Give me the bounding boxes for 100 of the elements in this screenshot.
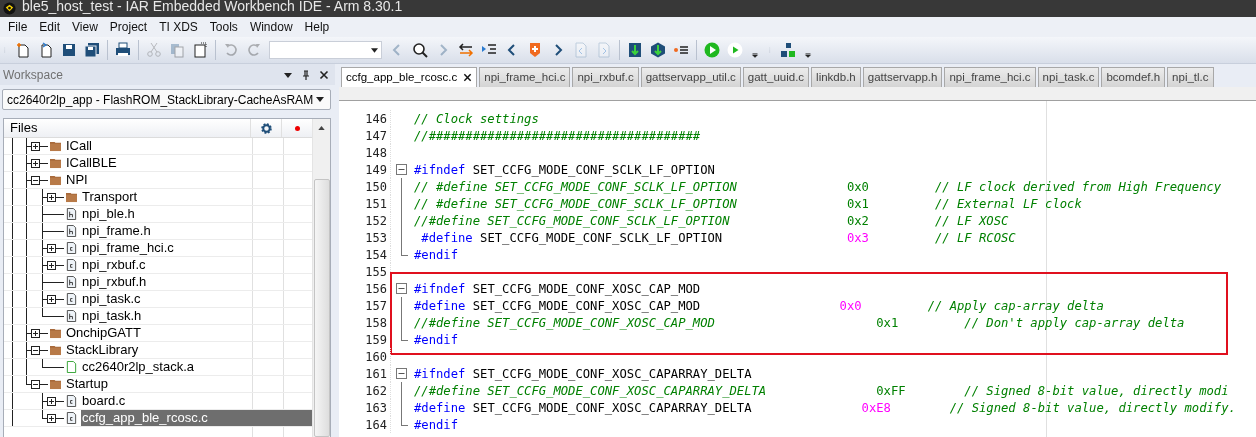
tree-item[interactable]: ICallBLE (65, 155, 312, 171)
tree-item[interactable]: npi_frame_hci.c (81, 240, 312, 256)
menu-item[interactable]: Edit (35, 20, 67, 34)
folder-icon (50, 378, 61, 390)
new-file-icon[interactable] (15, 42, 31, 58)
play-circle-icon[interactable] (704, 42, 720, 58)
code-text: SET_CCFG_MODE_CONF_SCLK_LF_OPTION (471, 162, 715, 177)
source-file-icon (66, 259, 77, 271)
line-number: 155 (364, 264, 387, 279)
settings-icon[interactable] (259, 121, 273, 135)
tree-item[interactable]: npi_ble.h (81, 206, 312, 222)
editor-tab[interactable]: npi_tl.c (1167, 67, 1214, 87)
commented-value: 0xFF (876, 383, 907, 398)
scrollbar[interactable] (312, 119, 330, 437)
collapse-icon[interactable] (31, 380, 40, 389)
editor-tab[interactable]: npi_rxbuf.c (572, 67, 639, 87)
line-number: 149 (364, 162, 387, 177)
tree-item[interactable]: OnchipGATT (65, 325, 312, 341)
collapse-icon[interactable] (31, 176, 40, 185)
editor-tab[interactable]: bcomdef.h (1101, 67, 1166, 87)
tree-item[interactable]: Transport (81, 189, 312, 205)
menu-item[interactable]: Window (245, 20, 299, 34)
configuration-dropdown[interactable]: cc2640r2lp_app - FlashROM_StackLibrary-CacheAsRAM (2, 89, 331, 110)
editor-tab[interactable]: npi_frame_hci.c (479, 67, 571, 87)
bookmark-icon[interactable] (527, 42, 543, 58)
code-comment: //#define SET_CCFG_MODE_CONF_SCLK_LF_OPTION (414, 213, 731, 228)
swap-arrows-icon[interactable] (458, 42, 474, 58)
header-file-icon (66, 225, 77, 237)
tree-item[interactable]: StackLibrary (65, 342, 312, 358)
folder-icon (50, 174, 61, 186)
close-icon[interactable] (463, 73, 473, 82)
expand-icon[interactable] (47, 261, 56, 270)
blocks-icon[interactable] (780, 42, 796, 58)
line-number: 153 (364, 230, 387, 245)
tree-item[interactable]: Startup (65, 376, 312, 392)
editor-tab[interactable]: ccfg_app_ble_rcosc.c (341, 67, 478, 87)
editor-tab[interactable]: linkdb.h (811, 67, 861, 87)
menu-item[interactable]: View (68, 20, 104, 34)
pin-icon[interactable] (301, 69, 311, 80)
play-icon[interactable] (727, 42, 743, 58)
collapse-icon[interactable] (31, 346, 40, 355)
preprocessor-keyword: #ifndef (414, 366, 466, 381)
tree-item[interactable]: ccfg_app_ble_rcosc.c (81, 410, 312, 426)
paste-icon[interactable] (192, 42, 208, 58)
tree-item[interactable]: NPI (65, 172, 312, 188)
code-text: SET_CCFG_MODE_CONF_SCLK_LF_OPTION (479, 230, 724, 245)
scroll-up-icon[interactable] (318, 126, 325, 130)
download-hexagon-icon[interactable] (650, 42, 666, 58)
save-all-icon[interactable] (84, 42, 100, 58)
code-comment: // Signed 8-bit value, directly modify. (949, 400, 1236, 415)
expand-icon[interactable] (47, 244, 56, 253)
tree-item[interactable]: cc2640r2lp_stack.a (81, 359, 312, 375)
tree-item[interactable]: npi_task.c (81, 291, 312, 307)
preprocessor-keyword: #define (414, 400, 466, 415)
menu-item[interactable]: Help (300, 20, 336, 34)
line-number: 154 (364, 247, 387, 262)
menu-item[interactable]: File (4, 20, 34, 34)
folder-icon (50, 140, 61, 152)
download-icon[interactable] (627, 42, 643, 58)
editor-tab[interactable]: gattservapp.h (862, 67, 943, 87)
fold-collapse-icon[interactable] (396, 164, 407, 175)
expand-icon[interactable] (31, 329, 40, 338)
fold-collapse-icon[interactable] (396, 368, 407, 379)
menu-item[interactable]: TI XDS (155, 20, 204, 34)
editor-tab[interactable]: npi_task.c (1037, 67, 1100, 87)
tree-item[interactable]: board.c (81, 393, 312, 409)
document-icon[interactable] (38, 42, 54, 58)
expand-icon[interactable] (31, 142, 40, 151)
save-icon[interactable] (61, 42, 77, 58)
source-file-icon (66, 395, 77, 407)
editor-tab[interactable]: npi_frame_hci.c (944, 67, 1036, 87)
expand-icon[interactable] (31, 159, 40, 168)
panel-title: Workspace (3, 67, 64, 82)
line-number: 156 (364, 281, 387, 296)
tree-item[interactable]: npi_task.h (81, 308, 312, 324)
commented-value: 0x1 (846, 196, 870, 211)
code-comment: // #define SET_CCFG_MODE_CONF_SCLK_LF_OPTION (414, 179, 738, 194)
expand-icon[interactable] (47, 414, 56, 423)
app-icon (3, 2, 16, 15)
close-icon[interactable] (319, 69, 329, 80)
expand-icon[interactable] (47, 397, 56, 406)
tree-item[interactable]: npi_rxbuf.h (81, 274, 312, 290)
folder-icon (50, 327, 61, 339)
scroll-thumb[interactable] (313, 179, 330, 437)
dot-icon[interactable] (294, 125, 300, 131)
editor-tab[interactable]: gatt_uuid.c (742, 67, 810, 87)
menu-item[interactable]: Tools (205, 20, 244, 34)
fold-collapse-icon[interactable] (396, 283, 407, 294)
expand-icon[interactable] (47, 193, 56, 202)
tree-item[interactable]: npi_rxbuf.c (81, 257, 312, 273)
tree-item[interactable]: npi_frame.h (81, 223, 312, 239)
expand-icon[interactable] (47, 295, 56, 304)
dropdown-caret-icon (371, 47, 378, 53)
code-comment: // External LF clock (935, 196, 1082, 211)
editor-tab[interactable]: gattservapp_util.c (640, 67, 741, 87)
print-icon[interactable] (115, 42, 131, 58)
menu-item[interactable]: Project (105, 20, 154, 34)
tree-item[interactable]: ICall (65, 138, 312, 154)
search-icon[interactable] (412, 42, 428, 58)
preprocessor-keyword: #ifndef (414, 162, 466, 177)
